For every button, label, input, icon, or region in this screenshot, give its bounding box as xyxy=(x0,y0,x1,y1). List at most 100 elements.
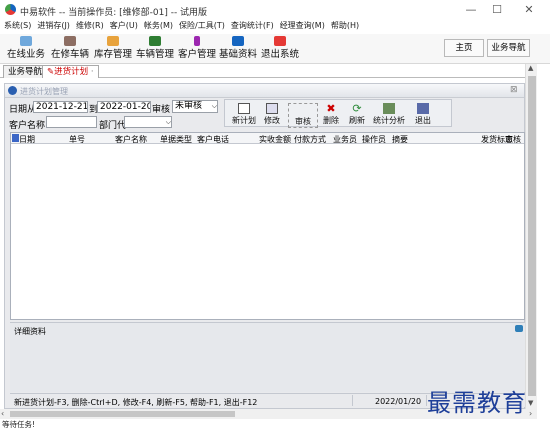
exit-door-icon xyxy=(417,103,429,114)
horizontal-scroll-thumb[interactable] xyxy=(10,411,235,417)
col-payment-method[interactable]: 付款方式 xyxy=(294,134,326,145)
menu-item-customer[interactable]: 客户(U) xyxy=(110,20,138,34)
col-audit[interactable]: 审核 xyxy=(505,134,521,145)
box-icon xyxy=(107,36,119,46)
maximize-button[interactable]: ☐ xyxy=(482,2,512,18)
delete-button[interactable]: ✖ 删除 xyxy=(319,103,343,126)
col-summary[interactable]: 摘要 xyxy=(392,134,408,145)
toolbar-label: 在修车辆 xyxy=(50,49,89,60)
menu-item-query[interactable]: 查询统计(F) xyxy=(231,20,274,34)
scroll-up-icon[interactable]: ▲ xyxy=(528,64,533,72)
action-label: 删除 xyxy=(323,116,339,125)
detail-panel: 详细资料 xyxy=(10,322,525,392)
col-doc-type[interactable]: 单据类型 xyxy=(160,134,192,145)
plan-grid[interactable]: 日期 单号 客户名称 单据类型 客户电话 实收金额 付款方式 业务员 操作员 摘… xyxy=(10,132,525,320)
col-date[interactable]: 日期 xyxy=(19,134,35,145)
select-all-checkbox[interactable] xyxy=(12,134,19,142)
toolbar-label: 库存管理 xyxy=(93,49,132,60)
status-date: 2022/01/20 xyxy=(375,397,422,406)
col-number[interactable]: 单号 xyxy=(69,134,85,145)
toolbar-repair-vehicles-button[interactable]: 在修车辆 xyxy=(50,36,90,63)
action-label: 新计划 xyxy=(232,116,256,125)
date-to-value: 2022-01-20 xyxy=(100,102,151,112)
audit-select[interactable]: 未审核 ⌵ xyxy=(172,100,218,113)
action-label: 统计分析 xyxy=(373,116,405,125)
folder-icon xyxy=(20,36,32,46)
col-customer-name[interactable]: 客户名称 xyxy=(115,134,147,145)
shortcut-help-text: 新进货计划-F3, 删除-Ctrl+D, 修改-F4, 刷新-F5, 帮助-F1… xyxy=(14,398,258,407)
dept-select[interactable]: ⌵ xyxy=(124,116,172,128)
refresh-button[interactable]: ⟳ 刷新 xyxy=(345,103,369,126)
date-from-label: 日期从 xyxy=(9,105,37,115)
scroll-down-icon[interactable]: ▼ xyxy=(528,399,533,407)
toolbar-exit-button[interactable]: 退出系统 xyxy=(260,36,300,63)
home-button[interactable]: 主页 xyxy=(444,39,484,57)
toolbar-label: 客户管理 xyxy=(177,49,216,60)
tab-close-icon[interactable]: · xyxy=(91,67,94,77)
refresh-icon: ⟳ xyxy=(352,102,362,115)
action-label: 刷新 xyxy=(349,116,365,125)
statistics-button[interactable]: 统计分析 xyxy=(371,103,407,126)
title-bar: 中易软件 -- 当前操作员: [维修部-01] -- 试用版 — ☐ ✕ xyxy=(0,0,550,20)
toolbar-online-button[interactable]: 在线业务 xyxy=(6,36,46,63)
toolbar-customer-button[interactable]: 客户管理 xyxy=(177,36,217,63)
tab-label: 进货计划 xyxy=(54,67,89,77)
tab-business-nav[interactable]: 业务导航 xyxy=(3,65,48,78)
tab-purchase-plan[interactable]: ✎进货计划 · xyxy=(42,65,99,78)
customer-name-label: 客户名称: xyxy=(9,121,49,131)
scrollbar-thumb[interactable] xyxy=(528,76,536,396)
menu-item-manager-query[interactable]: 经理查询(M) xyxy=(280,20,325,34)
menu-item-inventory[interactable]: 进销存(J) xyxy=(37,20,70,34)
status-text: 等待任务! xyxy=(2,420,36,428)
toolbar-label: 基础资料 xyxy=(218,49,257,60)
scroll-right-icon[interactable]: › xyxy=(529,409,532,418)
vertical-scrollbar[interactable]: ▲ ▼ xyxy=(525,64,537,409)
car-icon xyxy=(149,36,161,46)
new-plan-button[interactable]: 新计划 xyxy=(229,103,259,126)
detail-expand-icon[interactable] xyxy=(515,325,523,332)
dept-label: 部门代 xyxy=(99,121,127,131)
scroll-left-icon[interactable]: ‹ xyxy=(1,409,4,418)
col-operator[interactable]: 操作员 xyxy=(362,134,386,145)
exit-button[interactable]: 退出 xyxy=(410,103,436,126)
menu-item-accounts[interactable]: 帐务(M) xyxy=(144,20,173,34)
date-to-input[interactable]: 2022-01-20⌵ xyxy=(97,101,151,113)
inner-close-button[interactable]: ⊠ xyxy=(510,85,518,95)
col-amount[interactable]: 实收金额 xyxy=(259,134,291,145)
inner-window-title: 进货计划管理 xyxy=(20,87,68,96)
col-salesperson[interactable]: 业务员 xyxy=(333,134,357,145)
main-toolbar: 在线业务 在修车辆 库存管理 车辆管理 客户管理 基础资料 退出系统 主页 业务… xyxy=(0,34,550,64)
audit-value: 未审核 xyxy=(175,101,203,111)
tools-icon xyxy=(64,36,76,46)
monitor-icon xyxy=(232,36,244,46)
audit-button[interactable]: 审核 xyxy=(288,103,318,128)
menu-item-tools[interactable]: 保险/工具(T) xyxy=(179,20,225,34)
toolbar-basic-data-button[interactable]: 基础资料 xyxy=(218,36,258,63)
chart-icon xyxy=(383,103,395,114)
action-label: 退出 xyxy=(415,116,431,125)
tab-strip: 业务导航 ✎进货计划 · xyxy=(0,64,525,78)
delete-icon: ✖ xyxy=(326,102,336,115)
exit-icon xyxy=(274,36,286,46)
toolbar-vehicle-button[interactable]: 车辆管理 xyxy=(135,36,175,63)
menu-item-system[interactable]: 系统(S) xyxy=(4,20,31,34)
menu-bar: 系统(S) 进销存(J) 维修(R) 客户(U) 帐务(M) 保险/工具(T) … xyxy=(0,20,550,34)
toolbar-stock-button[interactable]: 库存管理 xyxy=(93,36,133,63)
customer-name-input[interactable] xyxy=(46,116,97,128)
col-customer-phone[interactable]: 客户电话 xyxy=(197,134,229,145)
edit-document-icon xyxy=(266,103,278,114)
audit-label: 审核 xyxy=(152,105,171,115)
edit-button[interactable]: 修改 xyxy=(259,103,285,126)
menu-item-repair[interactable]: 维修(R) xyxy=(76,20,104,34)
business-nav-button[interactable]: 业务导航 xyxy=(487,39,530,57)
close-button[interactable]: ✕ xyxy=(514,2,544,18)
date-from-input[interactable]: 2021-12-21⌵ xyxy=(33,101,88,113)
action-label: 审核 xyxy=(295,117,311,126)
toolbar-label: 车辆管理 xyxy=(135,49,174,60)
watermark-text: 最需教育 xyxy=(427,389,527,417)
window-logo-icon xyxy=(8,86,17,95)
new-document-icon xyxy=(238,103,250,114)
app-logo-icon xyxy=(5,4,16,15)
detail-label: 详细资料 xyxy=(14,327,46,336)
menu-item-help[interactable]: 帮助(H) xyxy=(331,20,359,34)
